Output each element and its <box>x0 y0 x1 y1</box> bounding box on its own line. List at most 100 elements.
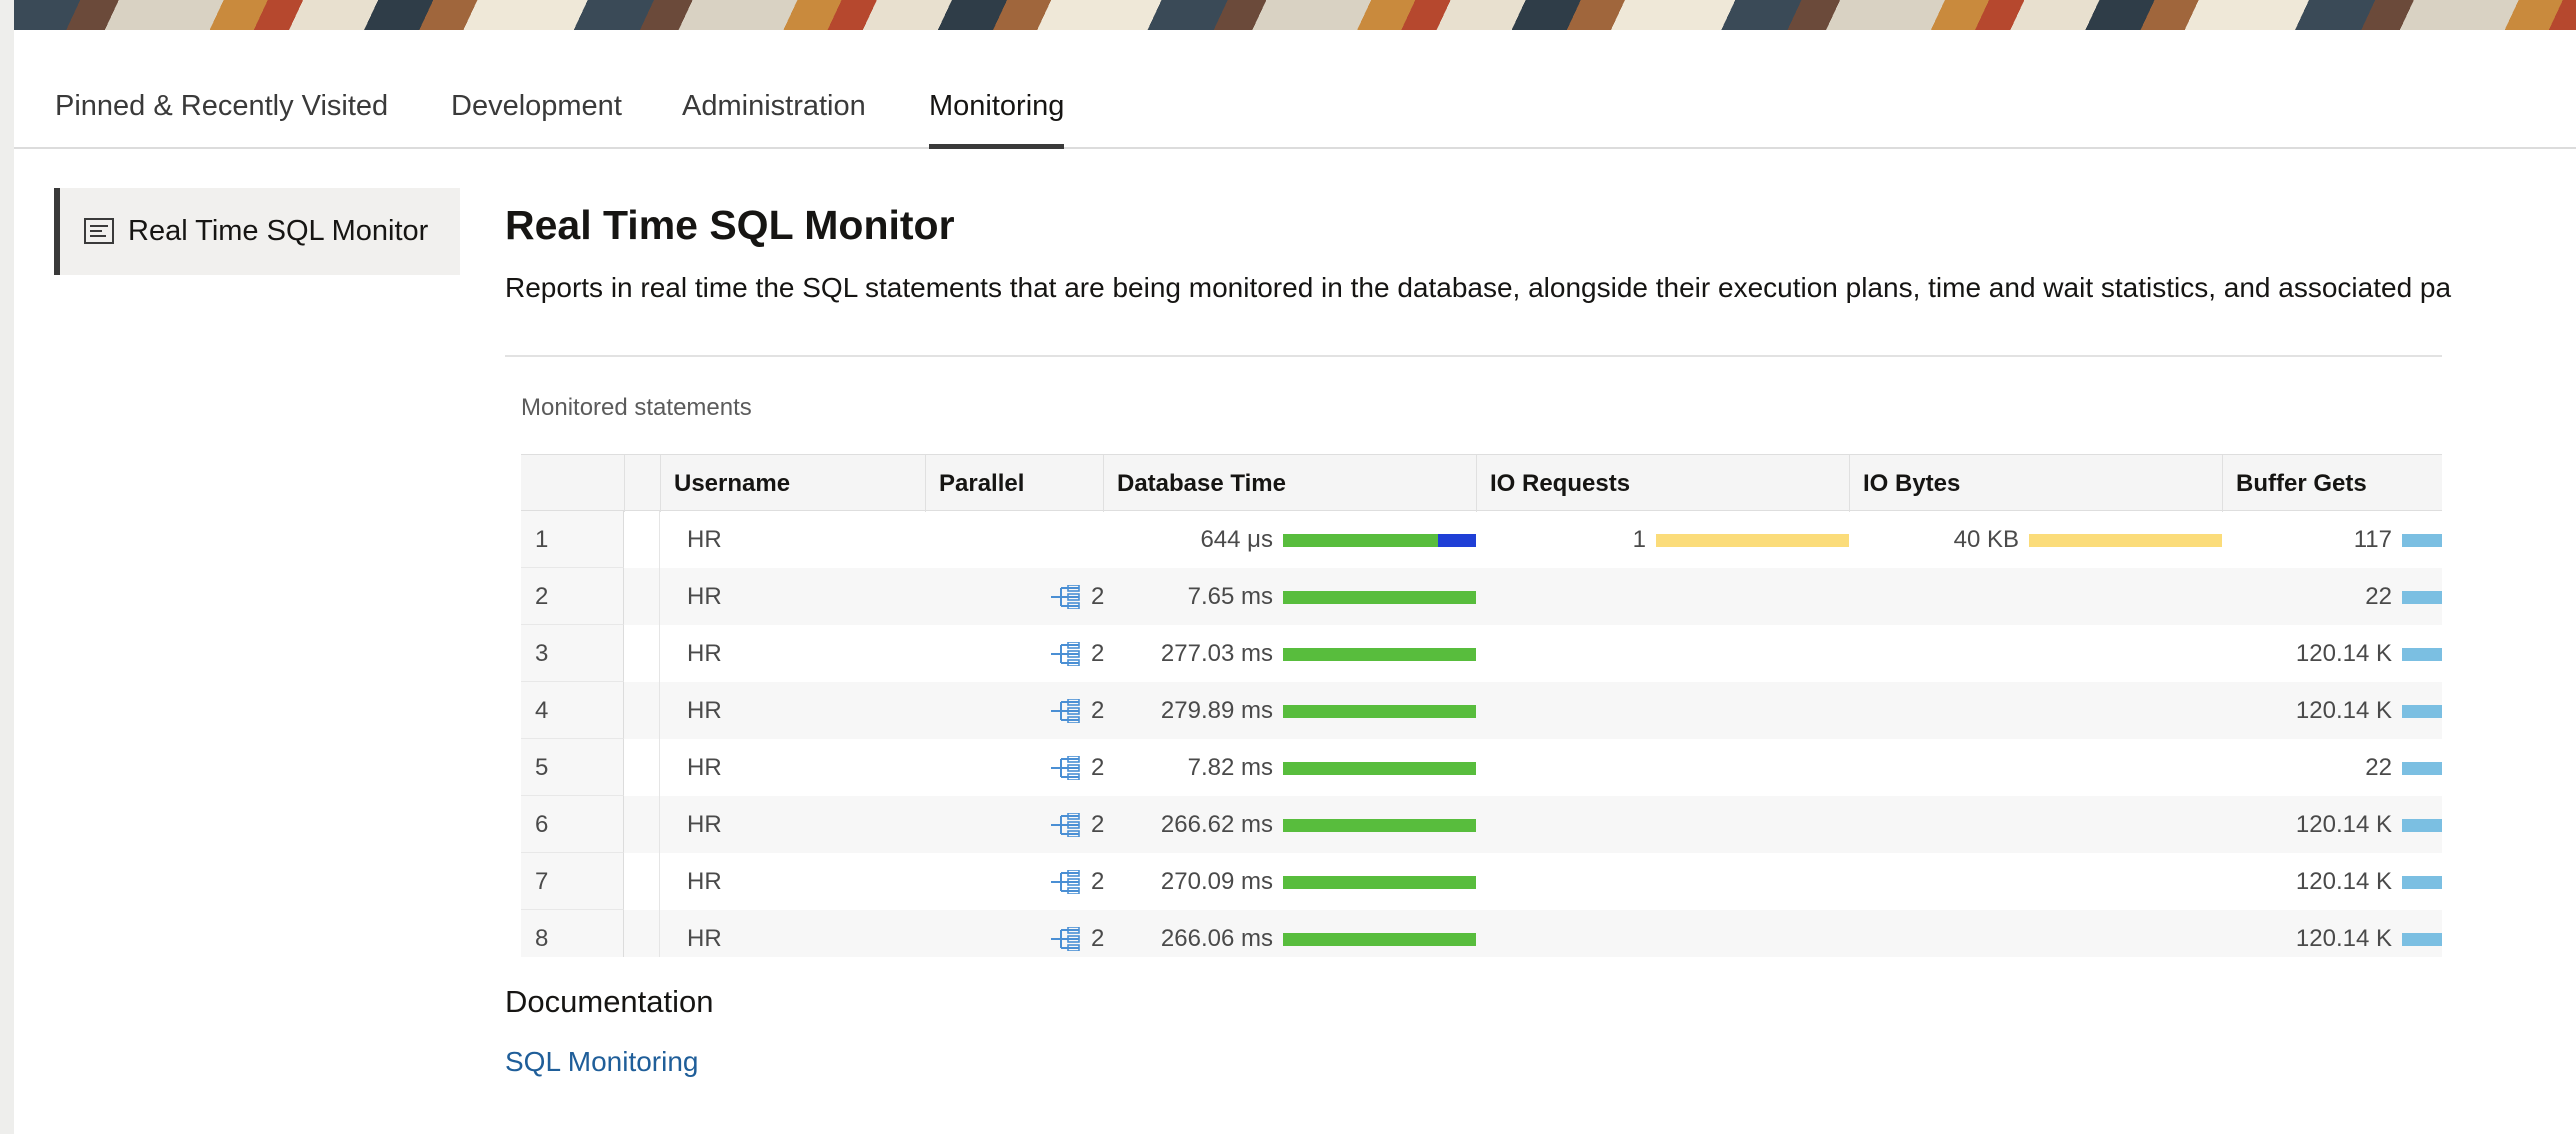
table-row[interactable]: 2 HR 2 7.65 ms 22 <box>521 568 2442 625</box>
row-select-cell[interactable] <box>624 682 660 739</box>
database-time-value: 644 μs <box>1200 526 1273 553</box>
database-time-value: 277.03 ms <box>1160 640 1273 667</box>
row-select-cell[interactable] <box>624 739 660 796</box>
row-number: 1 <box>535 526 549 553</box>
buffer-gets-bar <box>2402 534 2442 547</box>
parallel-cell: 2 <box>1051 568 1121 625</box>
buffer-gets-value: 120.14 K <box>2295 868 2392 895</box>
parallel-cell: 2 <box>1051 796 1121 853</box>
header-username[interactable]: Username <box>660 455 925 512</box>
db-time-cpu-bar <box>1283 648 1476 661</box>
row-select-cell[interactable] <box>624 511 660 568</box>
parallel-icon <box>1051 642 1080 666</box>
row-number-cell: 3 <box>521 625 624 682</box>
row-select-cell[interactable] <box>624 853 660 910</box>
username-cell: HR <box>687 526 722 553</box>
parallel-icon <box>1051 756 1080 780</box>
tab-pinned-recently-visited[interactable]: Pinned & Recently Visited <box>55 90 388 147</box>
header-rownum <box>521 455 624 512</box>
parallel-degree: 2 <box>1091 811 1105 838</box>
sql-monitoring-link[interactable]: SQL Monitoring <box>505 1046 699 1078</box>
db-time-cpu-bar <box>1283 819 1476 832</box>
header-io-bytes[interactable]: IO Bytes <box>1849 455 2222 512</box>
username-cell: HR <box>687 640 722 667</box>
parallel-icon <box>1051 699 1080 723</box>
buffer-gets-value: 22 <box>2365 754 2392 781</box>
header-buffer-gets[interactable]: Buffer Gets <box>2222 455 2442 512</box>
parallel-cell: 2 <box>1051 682 1121 739</box>
table-row[interactable]: 6 HR 2 266.62 ms 120.14 K <box>521 796 2442 853</box>
row-number-cell: 5 <box>521 739 624 796</box>
card-title: Monitored statements <box>521 394 752 421</box>
table-row[interactable]: 8 HR 2 266.06 ms 120.14 K <box>521 910 2442 957</box>
parallel-icon <box>1051 870 1080 894</box>
db-time-wait-bar <box>1438 534 1476 547</box>
row-number-cell: 1 <box>521 511 624 568</box>
db-time-cpu-bar <box>1283 534 1438 547</box>
sidebar-item-label: Real Time SQL Monitor <box>128 215 429 247</box>
tab-monitoring[interactable]: Monitoring <box>929 90 1065 149</box>
row-select-cell[interactable] <box>624 910 660 957</box>
parallel-degree: 2 <box>1091 697 1105 724</box>
report-icon <box>84 218 114 244</box>
buffer-gets-value: 117 <box>2353 526 2392 553</box>
page-title: Real Time SQL Monitor <box>505 202 955 248</box>
io-bytes-value: 40 KB <box>1953 526 2019 553</box>
row-number: 5 <box>535 754 549 781</box>
row-number-cell: 7 <box>521 853 624 910</box>
documentation-heading: Documentation <box>505 984 714 1019</box>
page-description: Reports in real time the SQL statements … <box>505 272 2452 303</box>
buffer-gets-bar <box>2402 819 2442 832</box>
tab-bar: Pinned & Recently Visited Development Ad… <box>14 30 2576 149</box>
buffer-gets-value: 120.14 K <box>2295 925 2392 952</box>
table-row[interactable]: 7 HR 2 270.09 ms 120.14 K <box>521 853 2442 910</box>
buffer-gets-bar <box>2402 933 2442 946</box>
parallel-degree: 2 <box>1091 640 1105 667</box>
io-requests-value: 1 <box>1632 526 1646 553</box>
parallel-cell: 2 <box>1051 739 1121 796</box>
parallel-degree: 2 <box>1091 583 1105 610</box>
table-row[interactable]: 5 HR 2 7.82 ms 22 <box>521 739 2442 796</box>
parallel-degree: 2 <box>1091 925 1105 952</box>
buffer-gets-value: 120.14 K <box>2295 811 2392 838</box>
row-select-cell[interactable] <box>624 625 660 682</box>
database-time-value: 266.06 ms <box>1160 925 1273 952</box>
row-select-cell[interactable] <box>624 568 660 625</box>
table-row[interactable]: 3 HR 2 277.03 ms 120.14 K <box>521 625 2442 682</box>
database-time-value: 279.89 ms <box>1160 697 1273 724</box>
db-time-cpu-bar <box>1283 876 1476 889</box>
header-parallel[interactable]: Parallel <box>925 455 1103 512</box>
parallel-degree: 2 <box>1091 754 1105 781</box>
tab-development[interactable]: Development <box>451 90 622 147</box>
row-number-cell: 6 <box>521 796 624 853</box>
io-bytes-bar <box>2029 534 2222 547</box>
buffer-gets-value: 120.14 K <box>2295 640 2392 667</box>
table-row[interactable]: 1 HR 644 μs 1 40 KB 117 <box>521 511 2442 568</box>
grid-header: Username Parallel Database Time IO Reque… <box>521 454 2442 512</box>
tab-administration[interactable]: Administration <box>682 90 866 147</box>
username-cell: HR <box>687 697 722 724</box>
username-cell: HR <box>687 868 722 895</box>
parallel-cell: 2 <box>1051 910 1121 957</box>
row-number: 7 <box>535 868 549 895</box>
db-time-cpu-bar <box>1283 705 1476 718</box>
header-database-time[interactable]: Database Time <box>1103 455 1476 512</box>
buffer-gets-bar <box>2402 648 2442 661</box>
row-number: 6 <box>535 811 549 838</box>
row-number-cell: 2 <box>521 568 624 625</box>
parallel-icon <box>1051 813 1080 837</box>
header-io-requests[interactable]: IO Requests <box>1476 455 1849 512</box>
parallel-cell: 2 <box>1051 625 1121 682</box>
divider <box>505 355 2442 357</box>
username-cell: HR <box>687 754 722 781</box>
parallel-icon <box>1051 585 1080 609</box>
table-row[interactable]: 4 HR 2 279.89 ms 120.14 K <box>521 682 2442 739</box>
row-select-cell[interactable] <box>624 796 660 853</box>
row-number: 2 <box>535 583 549 610</box>
sidebar-item-real-time-sql-monitor[interactable]: Real Time SQL Monitor <box>54 188 460 275</box>
database-time-value: 270.09 ms <box>1160 868 1273 895</box>
buffer-gets-value: 120.14 K <box>2295 697 2392 724</box>
username-cell: HR <box>687 925 722 952</box>
buffer-gets-bar <box>2402 762 2442 775</box>
row-number: 8 <box>535 925 549 952</box>
